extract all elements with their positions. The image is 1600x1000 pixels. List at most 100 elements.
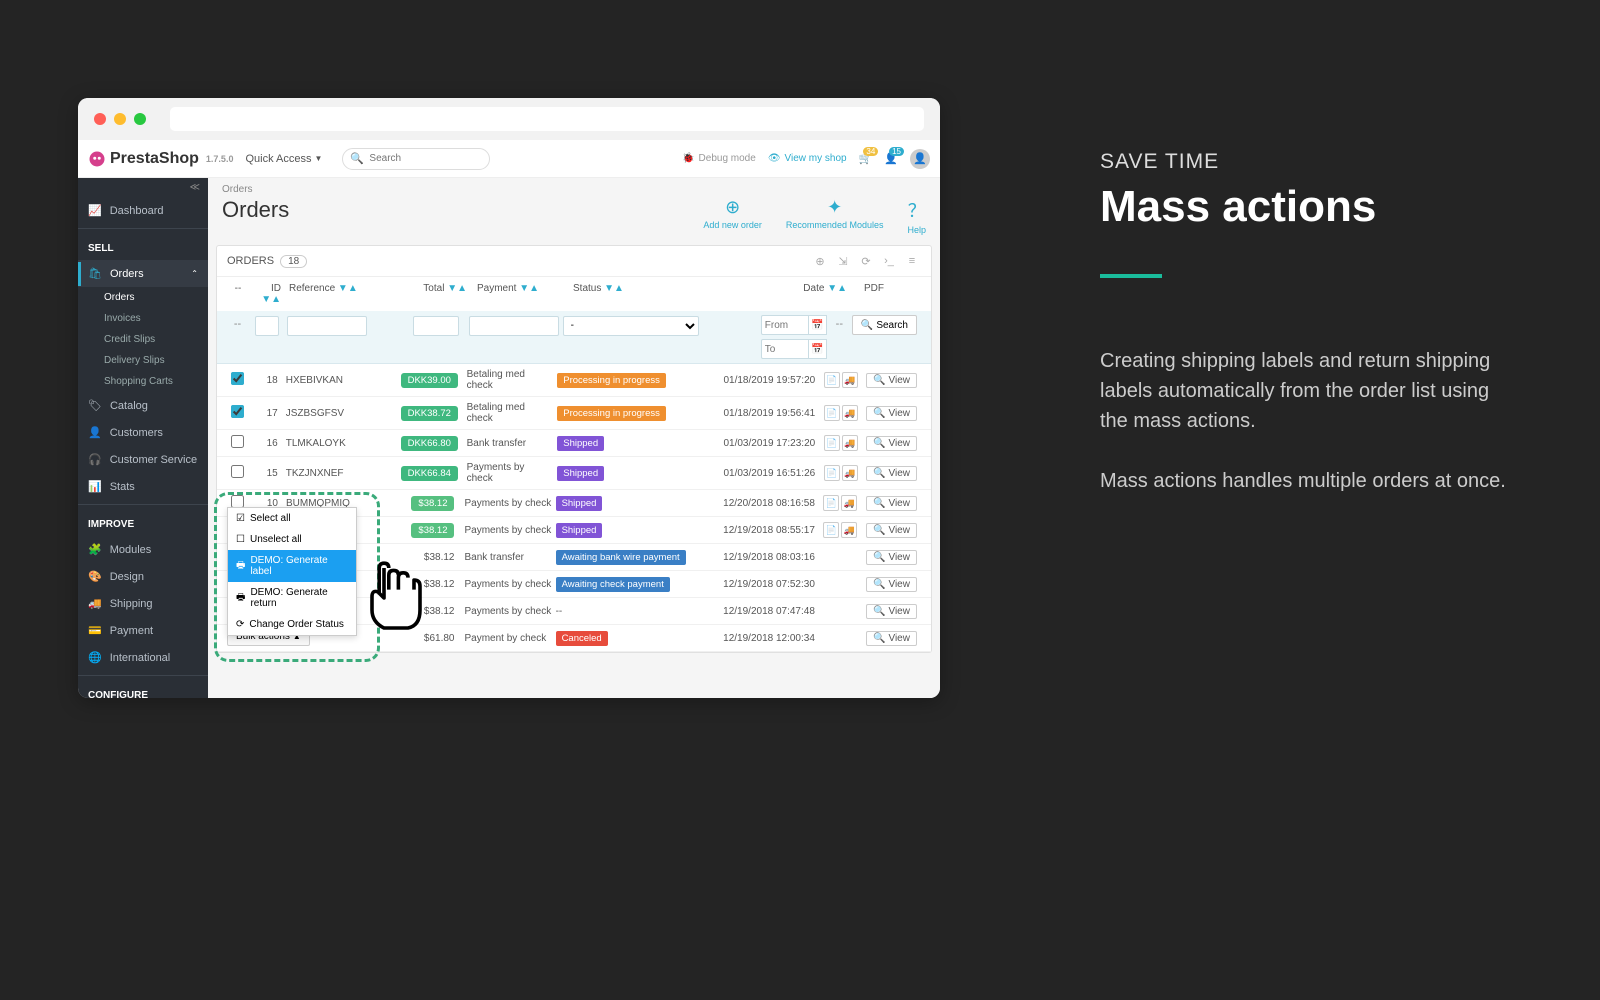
search-icon: 🔍 [873,408,885,419]
sidebar-collapse[interactable]: ≪ [78,178,208,197]
quick-access-dropdown[interactable]: Quick Access ▼ [245,153,322,165]
close-window-dot[interactable] [94,113,106,125]
plus-circle-icon: ⊕ [725,197,740,218]
view-button[interactable]: 🔍View [866,466,917,481]
view-button[interactable]: 🔍View [866,523,917,538]
filter-date-to-input[interactable] [761,339,809,359]
debug-mode-toggle[interactable]: 🐞Debug mode [682,153,756,164]
notifications-cart[interactable]: 🛒34 [859,152,873,165]
sort-status[interactable]: ▼▲ [604,283,624,294]
sidebar-item-design[interactable]: 🎨Design [78,563,208,590]
view-button[interactable]: 🔍View [866,406,917,421]
export-button[interactable]: ⊕ [811,252,829,270]
truck-icon: 🚚 [88,597,102,610]
sidebar-item-orders[interactable]: 🛍Orders⌃ [78,260,208,287]
pdf-invoice-button[interactable]: 📄 [824,435,840,451]
table-row[interactable]: 18 HXEBIVKAN DKK39.00 Betaling med check… [217,364,931,397]
view-button[interactable]: 🔍View [866,436,917,451]
sort-total[interactable]: ▼▲ [447,283,467,294]
brand-logo[interactable]: PrestaShop 1.7.5.0 [88,150,233,168]
row-checkbox[interactable] [231,405,244,418]
row-checkbox[interactable] [231,372,244,385]
filter-date-from-input[interactable] [761,315,809,335]
search-button[interactable]: 🔍Search [852,315,917,335]
sidebar-item-payment[interactable]: 💳Payment [78,617,208,644]
table-row[interactable]: 17 JSZBSGFSV DKK38.72 Betaling med check… [217,397,931,430]
table-row[interactable]: 16 TLMKALOYK DKK66.80 Bank transfer Ship… [217,430,931,457]
pdf-delivery-button[interactable]: 🚚 [842,465,858,481]
filter-id-input[interactable] [255,316,279,336]
view-button[interactable]: 🔍View [866,577,917,592]
import-button[interactable]: ⇲ [834,252,852,270]
credit-card-icon: 💳 [88,624,102,637]
pdf-invoice-button[interactable]: 📄 [824,465,840,481]
pdf-invoice-button[interactable]: 📄 [823,495,839,511]
url-bar[interactable] [170,107,924,131]
view-button[interactable]: 🔍View [866,496,917,511]
sql-button[interactable]: ›_ [880,252,898,270]
notifications-user[interactable]: 👤15 [884,152,898,165]
bulk-change-status[interactable]: ⟳Change Order Status [228,614,356,635]
sort-date[interactable]: ▼▲ [827,283,847,294]
minimize-window-dot[interactable] [114,113,126,125]
filter-total-input[interactable] [413,316,459,336]
sidebar-item-shipping[interactable]: 🚚Shipping [78,590,208,617]
search-icon: 🔍 [873,525,885,536]
search-icon: 🔍 [350,152,364,165]
pdf-delivery-button[interactable]: 🚚 [842,405,858,421]
sidebar-item-customers[interactable]: 👤Customers [78,419,208,446]
sidebar-sub-shopping-carts[interactable]: Shopping Carts [78,371,208,392]
view-button[interactable]: 🔍View [866,550,917,565]
pdf-delivery-button[interactable]: 🚚 [841,522,857,538]
pdf-delivery-button[interactable]: 🚚 [842,372,858,388]
add-new-order-button[interactable]: ⊕Add new order [703,197,762,235]
search-icon: 🔍 [873,606,885,617]
bulk-unselect-all[interactable]: ☐Unselect all [228,529,356,550]
sidebar-item-catalog[interactable]: 🏷Catalog [78,392,208,419]
search-icon: 🔍 [873,633,885,644]
filter-payment-input[interactable] [469,316,559,336]
global-search-input[interactable] [342,148,490,170]
bulk-generate-return[interactable]: 🖶DEMO: Generate return [228,582,356,614]
pdf-invoice-button[interactable]: 📄 [824,372,840,388]
sidebar-sub-delivery-slips[interactable]: Delivery Slips [78,350,208,371]
calendar-icon[interactable]: 📅 [809,315,827,335]
sidebar-item-dashboard[interactable]: 📈Dashboard [78,197,208,224]
sidebar-item-modules[interactable]: 🧩Modules [78,536,208,563]
view-shop-link[interactable]: 👁View my shop [768,153,847,164]
view-button[interactable]: 🔍View [866,604,917,619]
calendar-icon[interactable]: 📅 [809,339,827,359]
pdf-invoice-button[interactable]: 📄 [824,405,840,421]
sidebar-sub-invoices[interactable]: Invoices [78,308,208,329]
recommended-modules-button[interactable]: ✦Recommended Modules [786,197,884,235]
db-button[interactable]: ≡ [903,252,921,270]
view-button[interactable]: 🔍View [866,631,917,646]
bulk-select-all[interactable]: ☑Select all [228,508,356,529]
profile-avatar[interactable]: 👤 [910,149,930,169]
sidebar-item-international[interactable]: 🌐International [78,644,208,671]
maximize-window-dot[interactable] [134,113,146,125]
row-checkbox[interactable] [231,465,244,478]
row-checkbox[interactable] [231,435,244,448]
help-button[interactable]: ？Help [907,197,926,235]
filter-reference-input[interactable] [287,316,367,336]
bulk-generate-label[interactable]: 🖶DEMO: Generate label [228,550,356,582]
sort-reference[interactable]: ▼▲ [338,283,358,294]
sidebar-sub-orders[interactable]: Orders [78,287,208,308]
table-row[interactable]: 15 TKZJNXNEF DKK66.84 Payments by check … [217,457,931,490]
page-title: Orders [222,197,289,223]
pdf-delivery-button[interactable]: 🚚 [841,495,857,511]
sidebar-item-customer-service[interactable]: 🎧Customer Service [78,446,208,473]
pdf-delivery-button[interactable]: 🚚 [842,435,858,451]
question-circle-icon: ？ [908,197,926,223]
refresh-button[interactable]: ⟳ [857,252,875,270]
sort-payment[interactable]: ▼▲ [519,283,539,294]
sidebar-sub-credit-slips[interactable]: Credit Slips [78,329,208,350]
table-header: -- ID ▼▲ Reference ▼▲ Total ▼▲ Payment ▼… [217,277,931,311]
view-button[interactable]: 🔍View [866,373,917,388]
filter-status-select[interactable]: - [563,316,699,336]
pdf-invoice-button[interactable]: 📄 [823,522,839,538]
sidebar-item-stats[interactable]: 📊Stats [78,473,208,500]
sort-id[interactable]: ▼▲ [261,294,281,305]
palette-icon: 🎨 [88,570,102,583]
